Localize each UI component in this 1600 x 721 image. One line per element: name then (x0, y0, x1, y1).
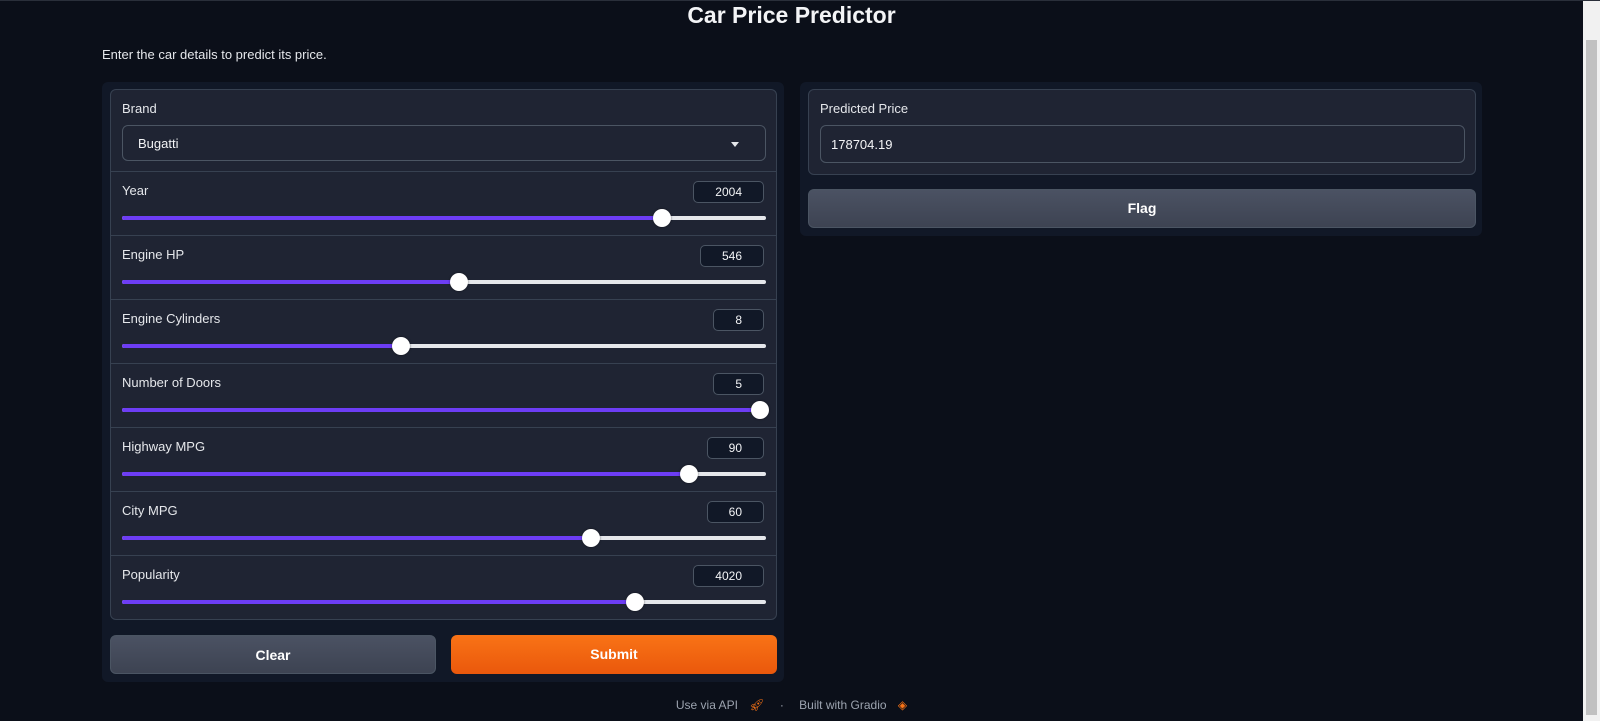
engine-cylinders-number-input[interactable]: 8 (713, 309, 764, 331)
highway-mpg-slider-fill (122, 472, 689, 476)
clear-button[interactable]: Clear (110, 635, 436, 674)
city-mpg-slider-thumb[interactable] (582, 529, 601, 547)
popularity-slider[interactable] (122, 593, 766, 611)
highway-mpg-label: Highway MPG (122, 439, 206, 454)
rocket-icon: 🚀︎ (749, 698, 765, 712)
year-label: Year (122, 183, 149, 198)
engine-cylinders-slider-thumb[interactable] (391, 337, 410, 355)
engine-cylinders-slider-fill (122, 344, 401, 348)
predicted-price-block: Predicted Price 178704.19 (808, 89, 1476, 175)
highway-mpg-slider[interactable] (122, 465, 766, 483)
engine-hp-slider[interactable] (122, 273, 766, 291)
predicted-price-label: Predicted Price (820, 101, 909, 116)
brand-dropdown[interactable]: Bugatti (122, 125, 766, 161)
popularity-slider-thumb[interactable] (626, 593, 645, 611)
city-mpg-slider[interactable] (122, 529, 766, 547)
chevron-down-icon (731, 142, 739, 147)
engine-hp-label: Engine HP (122, 247, 185, 262)
built-with-gradio-link[interactable]: Built with Gradio ◈ (795, 698, 911, 712)
brand-selected-value: Bugatti (138, 136, 179, 151)
year-slider[interactable] (122, 209, 766, 227)
year-number-input[interactable]: 2004 (693, 181, 764, 203)
popularity-label: Popularity (122, 567, 180, 582)
doors-number-input[interactable]: 5 (713, 373, 764, 395)
brand-field: Brand Bugatti (111, 90, 776, 172)
city-mpg-slider-fill (122, 536, 592, 540)
popularity-field: Popularity 4020 (111, 556, 776, 619)
use-via-api-label: Use via API (675, 698, 738, 712)
built-with-gradio-label: Built with Gradio (799, 698, 887, 712)
popularity-slider-fill (122, 600, 636, 604)
engine-cylinders-field: Engine Cylinders 8 (111, 300, 776, 364)
city-mpg-field: City MPG 60 (111, 492, 776, 556)
city-mpg-label: City MPG (122, 503, 178, 518)
popularity-number-input[interactable]: 4020 (693, 565, 764, 587)
doors-label: Number of Doors (122, 375, 221, 390)
engine-hp-slider-fill (122, 280, 460, 284)
doors-slider[interactable] (122, 401, 769, 419)
output-panel: Predicted Price 178704.19 Flag (800, 82, 1482, 236)
page-description: Enter the car details to predict its pri… (102, 47, 327, 62)
highway-mpg-slider-thumb[interactable] (679, 465, 698, 483)
inputs-block: Brand Bugatti Year 2004 Engine HP 546 En… (110, 89, 777, 620)
brand-label: Brand (122, 101, 157, 116)
scrollbar[interactable] (1583, 1, 1600, 721)
highway-mpg-field: Highway MPG 90 (111, 428, 776, 492)
page-title: Car Price Predictor (687, 2, 896, 28)
year-slider-thumb[interactable] (652, 209, 671, 227)
doors-slider-fill (122, 408, 760, 412)
doors-slider-thumb[interactable] (750, 401, 769, 419)
engine-hp-number-input[interactable]: 546 (699, 245, 764, 267)
engine-cylinders-slider[interactable] (122, 337, 766, 355)
scrollbar-thumb[interactable] (1586, 40, 1597, 715)
year-field: Year 2004 (111, 172, 776, 236)
flag-button[interactable]: Flag (808, 189, 1476, 228)
predicted-price-field[interactable]: 178704.19 (820, 125, 1465, 163)
year-slider-fill (122, 216, 662, 220)
doors-field: Number of Doors 5 (111, 364, 776, 428)
gradio-logo-icon: ◈ (897, 698, 908, 712)
city-mpg-number-input[interactable]: 60 (706, 501, 764, 523)
footer: Use via API 🚀︎ · Built with Gradio ◈ (0, 698, 1583, 712)
footer-separator: · (779, 698, 784, 712)
engine-cylinders-label: Engine Cylinders (122, 311, 221, 326)
use-via-api-link[interactable]: Use via API 🚀︎ (672, 698, 769, 712)
app-page: Car Price Predictor Enter the car detail… (0, 0, 1600, 721)
highway-mpg-number-input[interactable]: 90 (706, 437, 764, 459)
submit-button[interactable]: Submit (451, 635, 777, 674)
engine-hp-slider-thumb[interactable] (450, 273, 469, 291)
input-panel: Brand Bugatti Year 2004 Engine HP 546 En… (102, 82, 784, 682)
engine-hp-field: Engine HP 546 (111, 236, 776, 300)
